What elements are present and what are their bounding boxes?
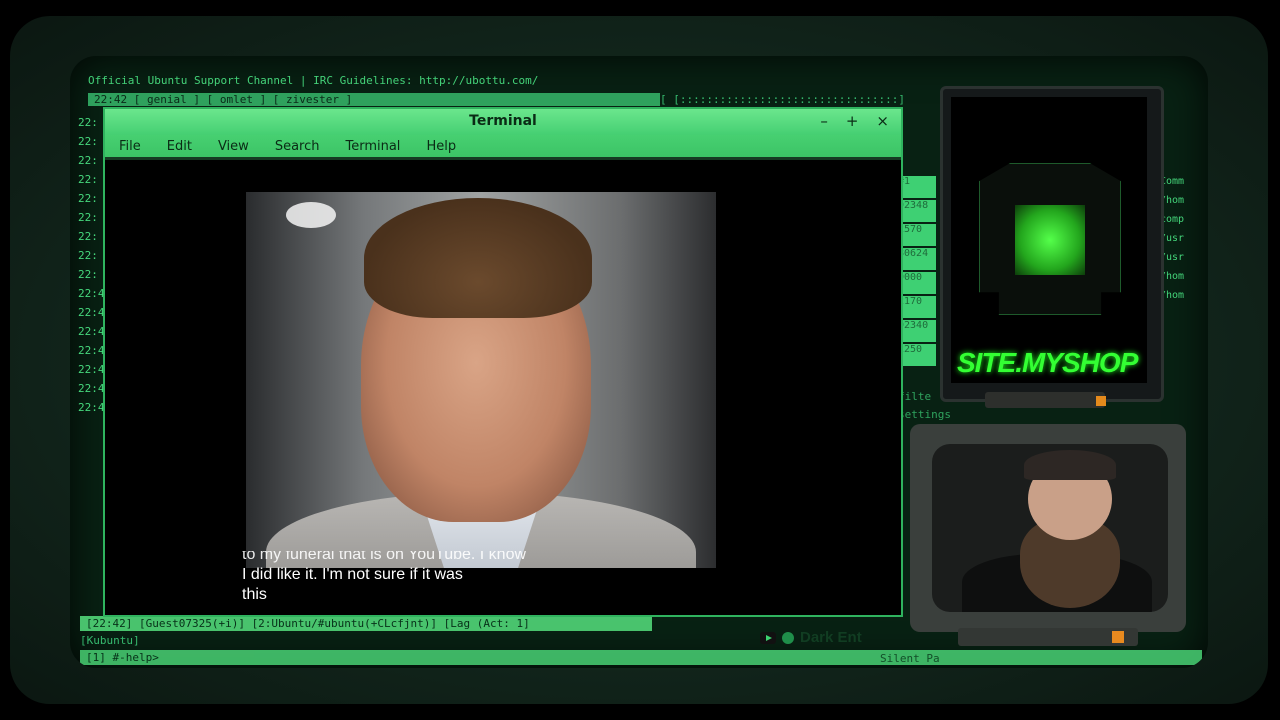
irc-silent-label: Silent Pa [880,652,940,665]
command-row: /hom [1160,195,1185,206]
irc-status-line: [22:42] [Guest07325(+i)] [2:Ubuntu/#ubun… [80,616,652,631]
irc-topic: Official Ubuntu Support Channel | IRC Gu… [88,74,539,87]
menu-help[interactable]: Help [426,139,456,154]
webcam-feed [932,444,1168,612]
webcam-tv [910,424,1186,632]
caption-line: this [242,586,267,603]
command-row: /usr [1160,252,1185,263]
timestamp: 22:4 [78,287,105,300]
background-light [286,202,336,228]
irc-timestamps: 22: 22: 22: 22: 22: 22: 22: 22: 22: 22:4… [78,116,106,420]
command-row: /usr [1160,233,1185,244]
terminal-title: Terminal [469,113,537,129]
shop-monitor: SITE.MYSHOP [940,86,1164,402]
irc-kubuntu-line: [Kubuntu] [80,634,140,647]
dark-ent-label: Dark Ent [800,629,862,646]
menu-search[interactable]: Search [275,139,320,154]
subtitle-captions: to my funeral that is on YouTube. I know… [242,551,712,605]
irc-nick-bar-right: [ [:::::::::::::::::::::::::::::::::] [660,93,906,106]
command-list: Comm /hom comp /usr /usr /hom /hom [1160,176,1202,309]
timestamp: 22: [78,268,98,281]
timestamp: 22: [78,135,98,148]
timestamp: 22:4 [78,401,105,414]
caption-line-cut: to my funeral that is on YouTube. I know [242,551,527,563]
timestamp: 22: [78,249,98,262]
irc-nick-bar: 22:42 [ genial ] [ omlet ] [ zivester ] [88,93,660,106]
command-row: comp [1160,214,1185,225]
command-row: /hom [1160,271,1185,282]
shop-monitor-vent [985,392,1105,408]
merch-shirt-art [1015,205,1085,275]
irc-input-prompt[interactable]: [1] #-help> [80,650,1202,665]
timestamp: 22: [78,154,98,167]
timestamp: 22:4 [78,306,105,319]
shop-screen[interactable]: SITE.MYSHOP [951,97,1147,383]
terminal-window[interactable]: Terminal – + × File Edit View Search Ter… [103,107,903,617]
menu-edit[interactable]: Edit [167,139,192,154]
terminal-menubar: File Edit View Search Terminal Help [105,135,901,160]
command-row: Comm [1160,176,1185,187]
timestamp: 22: [78,230,98,243]
timestamp: 22: [78,211,98,224]
youtube-icon [760,631,776,644]
spotify-icon [782,631,794,644]
menu-view[interactable]: View [218,139,249,154]
webcam-tv-led [1112,631,1124,643]
photo-hair [364,198,592,318]
timestamp: 22: [78,173,98,186]
shop-monitor-led [1096,396,1106,406]
terminal-titlebar[interactable]: Terminal – + × [105,109,901,135]
menu-terminal[interactable]: Terminal [345,139,400,154]
shop-label[interactable]: SITE.MYSHOP [957,347,1138,379]
menu-file[interactable]: File [119,139,141,154]
dark-ent-branding: Dark Ent [760,629,862,646]
portrait-photo [246,192,716,568]
timestamp: 22:4 [78,363,105,376]
timestamp: 22: [78,192,98,205]
close-button[interactable]: × [876,112,889,130]
maximize-button[interactable]: + [846,112,859,130]
timestamp: 22:4 [78,325,105,338]
webcam-hair [1024,450,1116,480]
timestamp: 22:4 [78,382,105,395]
minimize-button[interactable]: – [820,112,828,130]
timestamp: 22:4 [78,344,105,357]
webcam-tv-base [958,628,1138,646]
window-controls: – + × [820,112,889,130]
caption-line: I did like it. I'm not sure if it was [242,566,463,583]
terminal-body[interactable]: to my funeral that is on YouTube. I know… [105,161,897,613]
timestamp: 22: [78,116,98,129]
command-row: /hom [1160,290,1185,301]
